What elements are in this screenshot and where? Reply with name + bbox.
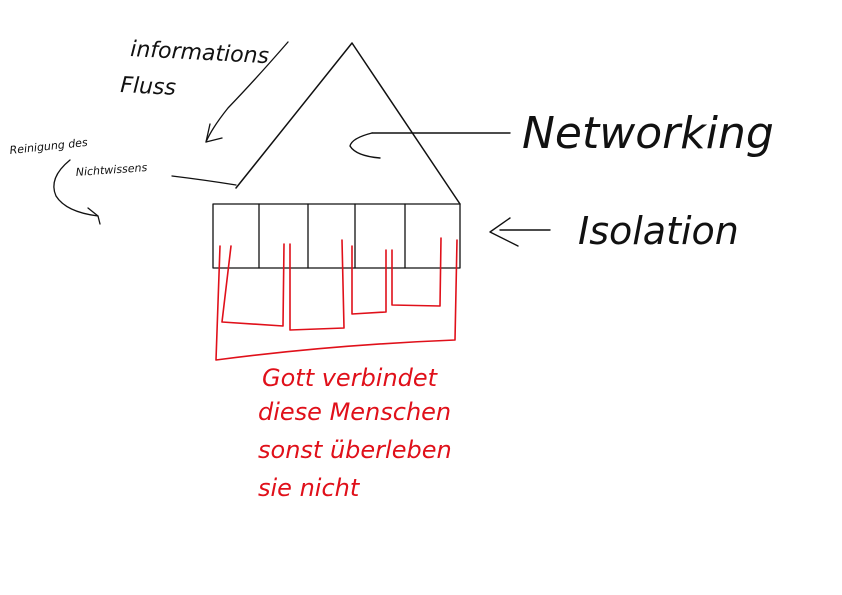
networking-arrow [349,132,511,159]
reinigung-label-line1: Reinigung des [9,136,89,157]
informationsfluss-label-line1: informations [130,37,270,69]
reinigung-label-line2: Nichtwissens [75,161,148,179]
networking-label: Networking [522,108,774,159]
isolation-arrow [489,217,551,247]
red-note-line1: Gott verbindet [262,364,439,392]
isolation-label: Isolation [578,209,739,253]
house-roof [235,42,461,205]
red-note-line4: sie nicht [258,474,361,502]
red-roots [215,237,458,361]
house-rooms [212,203,461,269]
informationsfluss-label-line2: Fluss [120,73,177,101]
whiteboard-canvas: informations Fluss Reinigung des Nichtwi… [0,0,842,595]
sketch-diagram: informations Fluss Reinigung des Nichtwi… [9,37,774,502]
reinigung-connector [171,175,237,186]
red-note-line2: diese Menschen [258,398,451,426]
red-note-line3: sonst überleben [258,436,452,464]
rooms-outline [212,203,461,269]
